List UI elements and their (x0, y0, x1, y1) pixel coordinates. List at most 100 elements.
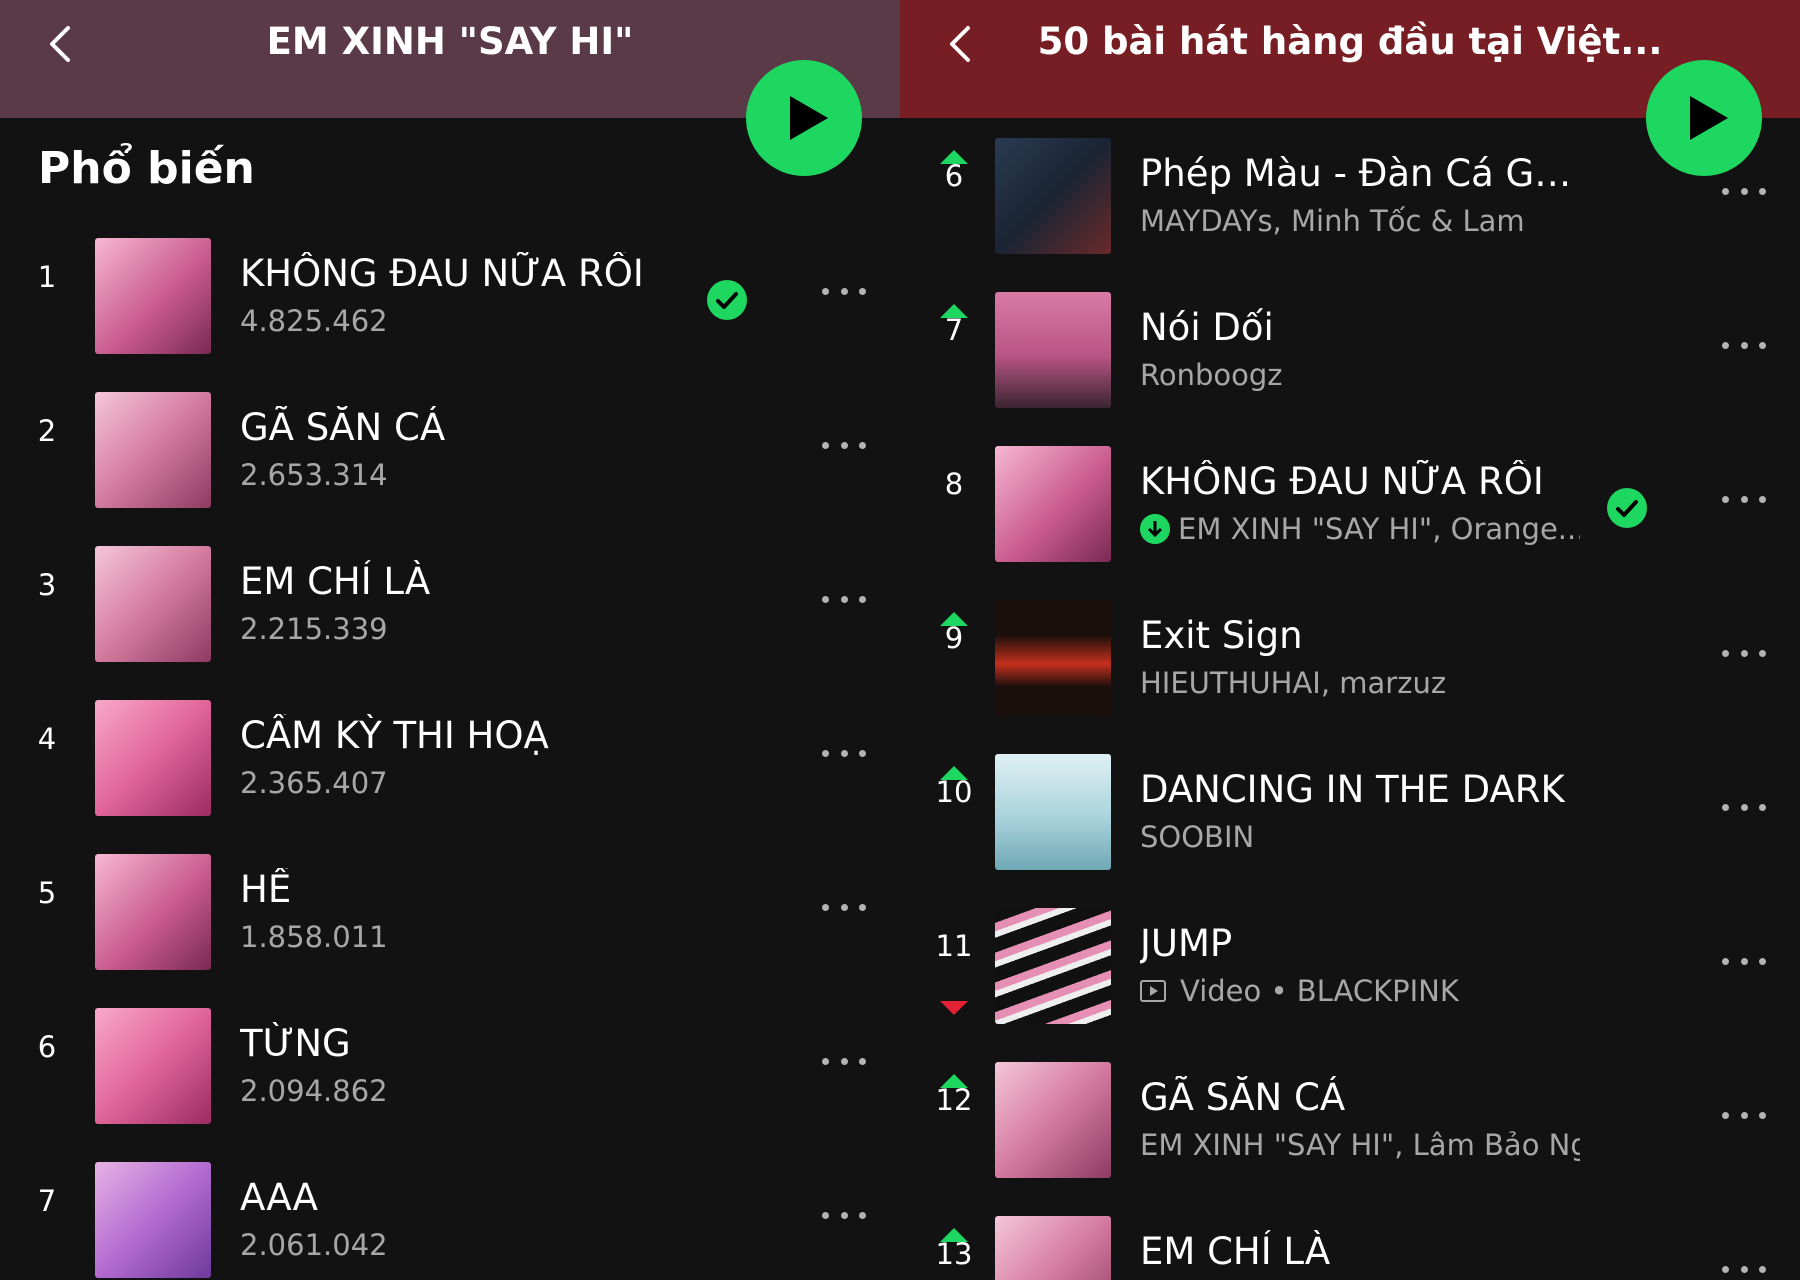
page-title: EM XINH "SAY HI" (266, 20, 634, 63)
track-rank: 6 (944, 159, 964, 193)
more-dots-icon[interactable] (822, 1212, 866, 1222)
track-artist: EM XINH "SAY HI", Orange... (1178, 512, 1580, 546)
track-rank: 13 (935, 1237, 973, 1271)
track-rank: 4 (37, 722, 57, 756)
track-row[interactable]: 2 GÃ SĂN CÁ 2.653.314 (0, 354, 900, 508)
more-dots-icon[interactable] (822, 904, 866, 914)
track-plays: 2.094.862 (240, 1074, 388, 1108)
more-dots-icon[interactable] (1722, 650, 1766, 660)
track-artist: Video • BLACKPINK (1180, 974, 1459, 1008)
track-row[interactable]: 12 GÃ SĂN CÁ EM XINH "SAY HI", Lâm Bảo N… (900, 1024, 1800, 1178)
track-row[interactable]: 10 DANCING IN THE DARK SOOBIN (900, 716, 1800, 870)
track-artist-line: Video • BLACKPINK (1140, 974, 1459, 1008)
more-dots-icon[interactable] (822, 288, 866, 298)
track-plays: 2.215.339 (240, 612, 388, 646)
track-rank: 1 (37, 260, 57, 294)
track-artist-line: EM XINH "SAY HI", Orange... (1140, 512, 1580, 546)
album-cover (995, 138, 1111, 254)
check-circle-icon[interactable] (1607, 488, 1647, 528)
section-title: Phổ biến (38, 143, 255, 194)
track-artist: HIEUTHUHAI, marzuz (1140, 666, 1447, 700)
track-plays: 1.858.011 (240, 920, 388, 954)
album-cover (995, 446, 1111, 562)
track-row[interactable]: 7 Nói Dối Ronboogz (900, 254, 1800, 408)
track-rank: 3 (37, 568, 57, 602)
album-cover (95, 1162, 211, 1278)
album-cover (995, 908, 1111, 1024)
track-artist: SOOBIN (1140, 820, 1255, 854)
track-rank: 5 (37, 876, 57, 910)
album-cover (95, 1008, 211, 1124)
track-row[interactable]: 6 TỪNG 2.094.862 (0, 970, 900, 1124)
more-dots-icon[interactable] (1722, 1266, 1766, 1276)
video-icon (1140, 980, 1166, 1002)
more-dots-icon[interactable] (822, 596, 866, 606)
track-row[interactable]: 9 Exit Sign HIEUTHUHAI, marzuz (900, 562, 1800, 716)
track-rank: 2 (37, 414, 57, 448)
track-title: HỀ (240, 868, 292, 911)
track-title: GÃ SĂN CÁ (1140, 1076, 1346, 1119)
play-icon (1690, 96, 1728, 140)
top-chart-panel: 50 bài hát hàng đầu tại Việt... 6 Phép M… (900, 0, 1800, 1280)
track-rank: 12 (935, 1083, 973, 1117)
album-cover (995, 600, 1111, 716)
track-title: Phép Màu - Đàn Cá Gỗ Origin... (1140, 152, 1580, 195)
track-artist: Ronboogz (1140, 358, 1283, 392)
album-cover (95, 700, 211, 816)
track-artist: EM XINH "SAY HI", Lâm Bảo Ngọc, Qu... (1140, 1128, 1580, 1162)
more-dots-icon[interactable] (1722, 342, 1766, 352)
track-row[interactable]: 8 KHÔNG ĐAU NỮA RỒI EM XINH "SAY HI", Or… (900, 408, 1800, 562)
more-dots-icon[interactable] (1722, 188, 1766, 198)
track-title: AAA (240, 1176, 318, 1219)
artist-popular-panel: EM XINH "SAY HI" Phổ biến 1 KHÔNG ĐAU NỮ… (0, 0, 900, 1280)
track-title: EM CHỈ LÀ (1140, 1230, 1331, 1273)
track-title: TỪNG (240, 1022, 351, 1065)
trend-down-icon (940, 1001, 968, 1015)
album-cover (995, 754, 1111, 870)
album-cover (995, 1216, 1111, 1280)
track-row[interactable]: 11 JUMP Video • BLACKPINK (900, 870, 1800, 1024)
track-title: DANCING IN THE DARK (1140, 768, 1565, 811)
check-circle-icon[interactable] (707, 280, 747, 320)
play-button[interactable] (746, 60, 862, 176)
track-title: JUMP (1140, 922, 1233, 965)
track-row[interactable]: 5 HỀ 1.858.011 (0, 816, 900, 970)
track-plays: 4.825.462 (240, 304, 388, 338)
track-rank: 7 (37, 1184, 57, 1218)
track-title: KHÔNG ĐAU NỮA RỒI (1140, 460, 1544, 503)
track-title: Exit Sign (1140, 614, 1303, 657)
more-dots-icon[interactable] (1722, 958, 1766, 968)
track-title: GÃ SĂN CÁ (240, 406, 446, 449)
track-title: Nói Dối (1140, 306, 1274, 349)
track-row[interactable]: 7 AAA 2.061.042 (0, 1124, 900, 1278)
track-rank: 11 (935, 929, 973, 963)
album-cover (95, 546, 211, 662)
more-dots-icon[interactable] (822, 442, 866, 452)
track-title: KHÔNG ĐAU NỮA RỒI (240, 252, 644, 295)
track-plays: 2.365.407 (240, 766, 388, 800)
album-cover (995, 292, 1111, 408)
page-title: 50 bài hát hàng đầu tại Việt... (1037, 20, 1663, 63)
track-row[interactable]: 3 EM CHỈ LÀ 2.215.339 (0, 508, 900, 662)
more-dots-icon[interactable] (1722, 804, 1766, 814)
track-row[interactable]: 13 EM CHỈ LÀ (900, 1178, 1800, 1280)
more-dots-icon[interactable] (1722, 1112, 1766, 1122)
album-cover (95, 854, 211, 970)
track-rank: 10 (935, 775, 973, 809)
track-rank: 8 (944, 467, 964, 501)
track-row[interactable]: 1 KHÔNG ĐAU NỮA RỒI 4.825.462 (0, 200, 900, 354)
more-dots-icon[interactable] (822, 750, 866, 760)
more-dots-icon[interactable] (822, 1058, 866, 1068)
track-row[interactable]: 4 CẦM KỲ THI HOẠ 2.365.407 (0, 662, 900, 816)
track-plays: 2.653.314 (240, 458, 388, 492)
track-rank: 9 (944, 621, 964, 655)
play-button[interactable] (1646, 60, 1762, 176)
chevron-left-icon[interactable] (40, 22, 84, 66)
more-dots-icon[interactable] (1722, 496, 1766, 506)
track-plays: 2.061.042 (240, 1228, 388, 1262)
album-cover (95, 238, 211, 354)
album-cover (95, 392, 211, 508)
track-title: EM CHỈ LÀ (240, 560, 431, 603)
chevron-left-icon[interactable] (940, 22, 984, 66)
track-rank: 7 (944, 313, 964, 347)
